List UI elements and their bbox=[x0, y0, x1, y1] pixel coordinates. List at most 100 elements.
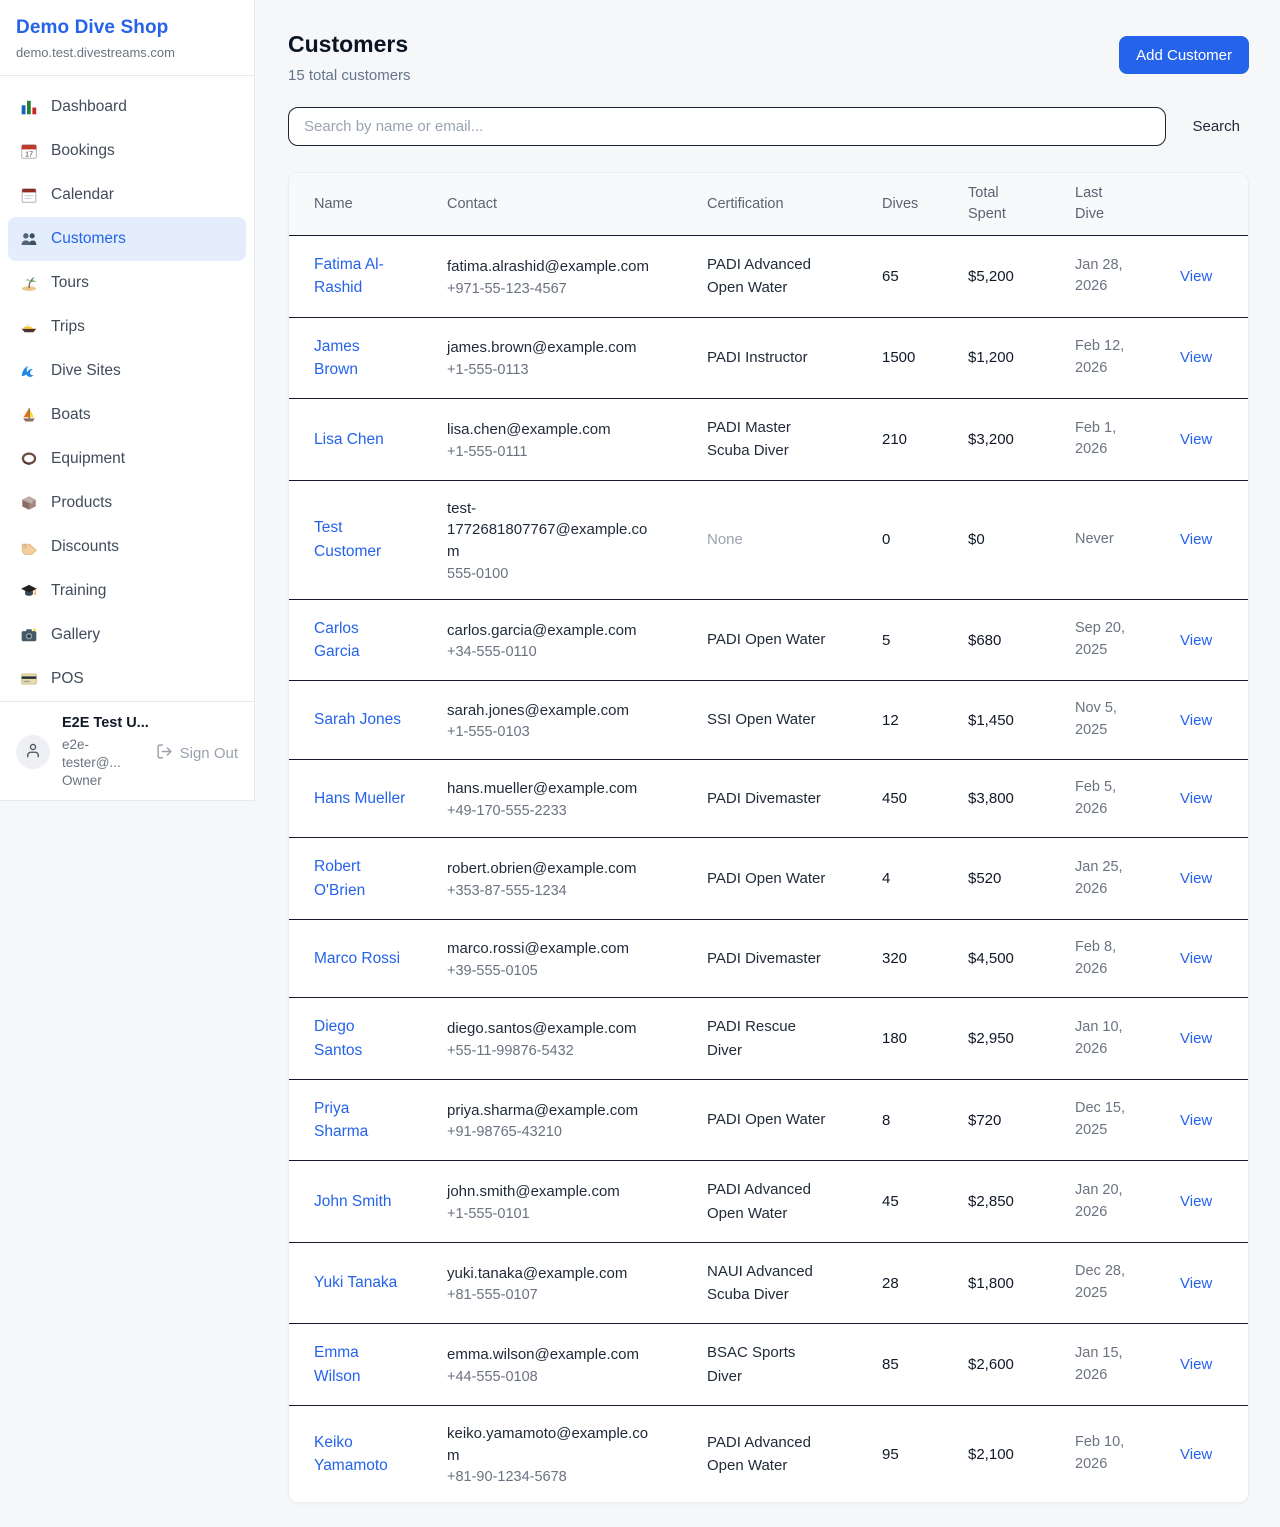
shop-domain: demo.test.divestreams.com bbox=[16, 45, 238, 60]
view-link[interactable]: View bbox=[1180, 1275, 1212, 1292]
view-link[interactable]: View bbox=[1180, 268, 1212, 285]
sidebar-item-dive-sites[interactable]: Dive Sites bbox=[8, 349, 246, 393]
main-content: Customers 15 total customers Add Custome… bbox=[255, 0, 1280, 1527]
customer-name-link[interactable]: Sarah Jones bbox=[314, 711, 401, 728]
gallery-icon bbox=[20, 626, 38, 644]
view-link[interactable]: View bbox=[1180, 1446, 1212, 1463]
customer-email: lisa.chen@example.com bbox=[447, 419, 656, 441]
customer-last-dive: Never bbox=[1074, 480, 1179, 599]
customer-last-dive: Feb 12, 2026 bbox=[1074, 317, 1179, 399]
sidebar-item-boats[interactable]: Boats bbox=[8, 393, 246, 437]
customer-name-link[interactable]: John Smith bbox=[314, 1193, 392, 1210]
table-row: Hans Mueller hans.mueller@example.com +4… bbox=[289, 759, 1249, 838]
view-link[interactable]: View bbox=[1180, 712, 1212, 729]
sidebar-item-products[interactable]: Products bbox=[8, 481, 246, 525]
customer-last-dive: Dec 28, 2025 bbox=[1074, 1242, 1179, 1324]
customer-last-dive: Sep 20, 2025 bbox=[1074, 599, 1179, 681]
svg-text:17: 17 bbox=[25, 149, 33, 158]
view-link[interactable]: View bbox=[1180, 1112, 1212, 1129]
view-link[interactable]: View bbox=[1180, 870, 1212, 887]
customer-certification: SSI Open Water bbox=[706, 681, 881, 760]
sidebar-item-calendar[interactable]: Calendar bbox=[8, 173, 246, 217]
customer-total-spent: $720 bbox=[967, 1079, 1074, 1161]
sidebar-item-dashboard[interactable]: Dashboard bbox=[8, 85, 246, 129]
customer-total-spent: $1,800 bbox=[967, 1242, 1074, 1324]
view-link[interactable]: View bbox=[1180, 349, 1212, 366]
table-row: John Smith john.smith@example.com +1-555… bbox=[289, 1161, 1249, 1243]
search-input[interactable] bbox=[288, 107, 1166, 146]
user-name: E2E Test U... bbox=[62, 714, 238, 734]
customer-total-spent: $5,200 bbox=[967, 236, 1074, 318]
customer-last-dive: Feb 1, 2026 bbox=[1074, 399, 1179, 481]
customer-name-link[interactable]: Carlos Garcia bbox=[314, 620, 360, 660]
customer-name-link[interactable]: Test Customer bbox=[314, 519, 381, 559]
sidebar-item-trips[interactable]: Trips bbox=[8, 305, 246, 349]
customer-email: carlos.garcia@example.com bbox=[447, 620, 656, 642]
sidebar-item-equipment[interactable]: Equipment bbox=[8, 437, 246, 481]
view-link[interactable]: View bbox=[1180, 1356, 1212, 1373]
column-header-certification: Certification bbox=[706, 173, 881, 236]
customer-last-dive: Jan 15, 2026 bbox=[1074, 1324, 1179, 1406]
add-customer-button[interactable]: Add Customer bbox=[1119, 36, 1249, 74]
customer-total-spent: $1,200 bbox=[967, 317, 1074, 399]
tours-icon bbox=[20, 274, 38, 292]
customer-name-link[interactable]: Robert O'Brien bbox=[314, 858, 365, 898]
page-header: Customers 15 total customers Add Custome… bbox=[288, 31, 1249, 84]
sidebar-item-pos[interactable]: POS bbox=[8, 657, 246, 701]
customer-certification: PADI Instructor bbox=[706, 317, 881, 399]
customer-name-link[interactable]: Yuki Tanaka bbox=[314, 1274, 397, 1291]
shop-title[interactable]: Demo Dive Shop bbox=[16, 17, 238, 39]
table-row: Emma Wilson emma.wilson@example.com +44-… bbox=[289, 1324, 1249, 1406]
view-link[interactable]: View bbox=[1180, 632, 1212, 649]
customer-certification: PADI Divemaster bbox=[706, 919, 881, 998]
view-link[interactable]: View bbox=[1180, 1193, 1212, 1210]
customer-last-dive: Feb 10, 2026 bbox=[1074, 1405, 1179, 1502]
customer-phone: +55-11-99876-5432 bbox=[447, 1043, 656, 1059]
customer-dives: 450 bbox=[881, 759, 967, 838]
customer-email: diego.santos@example.com bbox=[447, 1018, 656, 1040]
sign-out-button[interactable]: Sign Out bbox=[156, 743, 238, 764]
customer-name-link[interactable]: Priya Sharma bbox=[314, 1100, 368, 1140]
customer-dives: 12 bbox=[881, 681, 967, 760]
customer-phone: +91-98765-43210 bbox=[447, 1124, 656, 1140]
customer-name-link[interactable]: Lisa Chen bbox=[314, 431, 384, 448]
customer-name-link[interactable]: Marco Rossi bbox=[314, 950, 400, 967]
view-link[interactable]: View bbox=[1180, 531, 1212, 548]
customer-name-link[interactable]: Emma Wilson bbox=[314, 1344, 361, 1384]
sidebar-item-tours[interactable]: Tours bbox=[8, 261, 246, 305]
calendar-icon bbox=[20, 186, 38, 204]
customer-name-link[interactable]: Keiko Yamamoto bbox=[314, 1434, 388, 1474]
customer-certification: PADI Open Water bbox=[706, 838, 881, 920]
customer-name-link[interactable]: Diego Santos bbox=[314, 1018, 362, 1058]
customer-name-link[interactable]: Fatima Al-Rashid bbox=[314, 256, 384, 296]
customer-certification: BSAC Sports Diver bbox=[706, 1324, 881, 1406]
view-link[interactable]: View bbox=[1180, 431, 1212, 448]
view-link[interactable]: View bbox=[1180, 950, 1212, 967]
sidebar-header: Demo Dive Shop demo.test.divestreams.com bbox=[0, 0, 254, 76]
customer-phone: +1-555-0101 bbox=[447, 1206, 656, 1222]
customer-certification: None bbox=[706, 480, 881, 599]
customer-phone: +353-87-555-1234 bbox=[447, 883, 656, 899]
customer-phone: +1-555-0103 bbox=[447, 724, 656, 740]
view-link[interactable]: View bbox=[1180, 1030, 1212, 1047]
customer-name-link[interactable]: Hans Mueller bbox=[314, 790, 405, 807]
sidebar-item-customers[interactable]: Customers bbox=[8, 217, 246, 261]
table-header: NameContactCertificationDivesTotal Spent… bbox=[289, 173, 1249, 236]
sidebar-item-gallery[interactable]: Gallery bbox=[8, 613, 246, 657]
table-row: Sarah Jones sarah.jones@example.com +1-5… bbox=[289, 681, 1249, 760]
customer-phone: +39-555-0105 bbox=[447, 963, 656, 979]
user-email: e2e-tester@... bbox=[62, 736, 148, 772]
customer-dives: 5 bbox=[881, 599, 967, 681]
app-root: Demo Dive Shop demo.test.divestreams.com… bbox=[0, 0, 1280, 1527]
search-button[interactable]: Search bbox=[1166, 118, 1249, 135]
search-bar: Search bbox=[288, 107, 1249, 146]
table-row: Test Customer test-1772681807767@example… bbox=[289, 480, 1249, 599]
customer-email: robert.obrien@example.com bbox=[447, 858, 656, 880]
sidebar-item-bookings[interactable]: 17 Bookings bbox=[8, 129, 246, 173]
customer-dives: 320 bbox=[881, 919, 967, 998]
sidebar-item-discounts[interactable]: Discounts bbox=[8, 525, 246, 569]
customer-name-link[interactable]: James Brown bbox=[314, 338, 360, 378]
sidebar-item-training[interactable]: Training bbox=[8, 569, 246, 613]
view-link[interactable]: View bbox=[1180, 790, 1212, 807]
boats-icon bbox=[20, 406, 38, 424]
